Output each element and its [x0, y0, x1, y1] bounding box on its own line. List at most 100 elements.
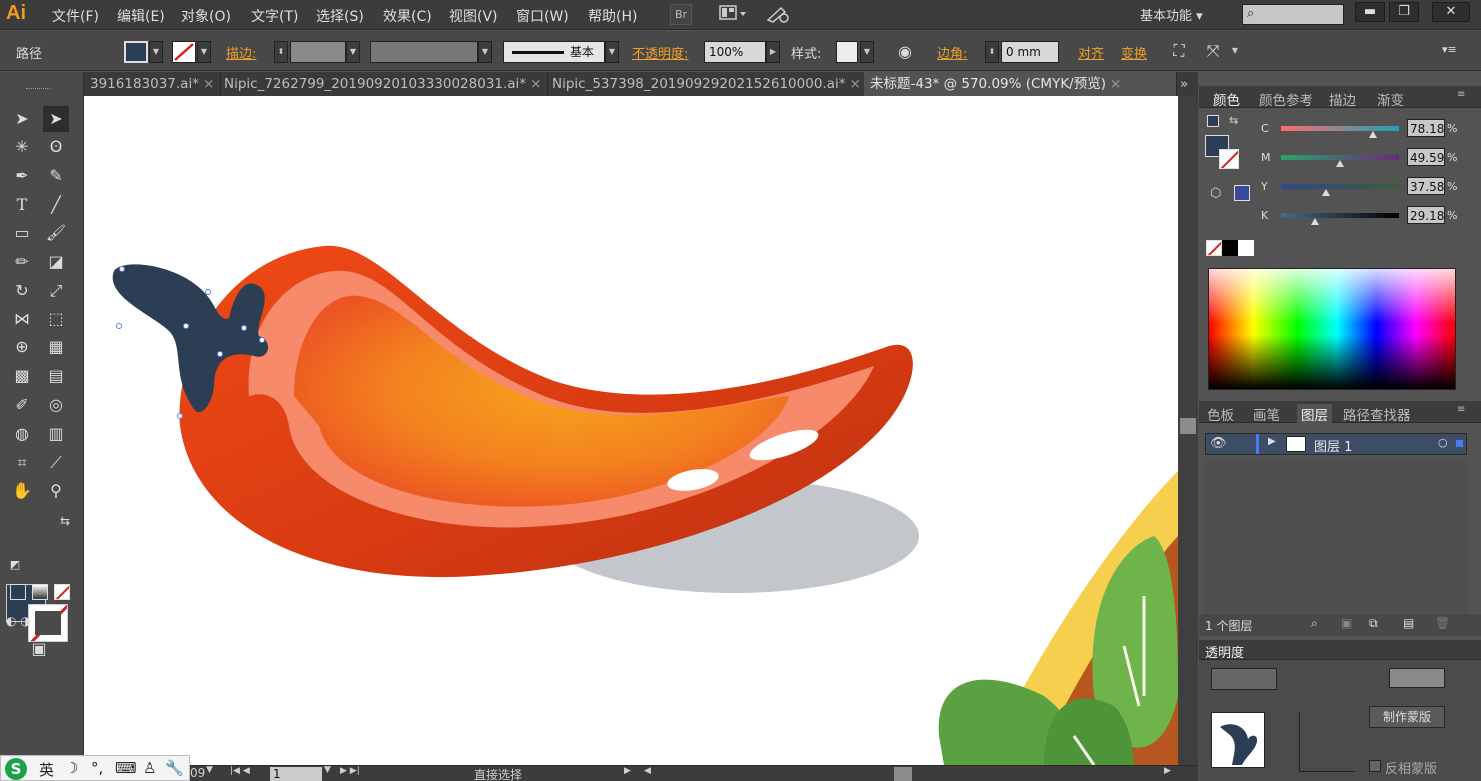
default-fill-stroke-icon[interactable]	[1207, 115, 1219, 127]
shaper-tool-icon[interactable]: ✏	[9, 249, 35, 275]
clipping-mask-icon[interactable]: ▣	[1341, 616, 1352, 630]
recolor-artwork-icon[interactable]: ◉	[892, 39, 918, 65]
opacity-dropdown[interactable]: ▶	[766, 41, 780, 63]
tab-document-1[interactable]: 3916183037.ai* ×	[84, 72, 222, 96]
stroke-weight-stepper[interactable]: ⬍	[274, 41, 288, 63]
mask-thumbnail[interactable]	[1299, 712, 1355, 772]
opacity-panel-link[interactable]: 不透明度:	[632, 43, 688, 62]
stroke-dropdown[interactable]: ▼	[197, 41, 211, 63]
tab-color-guide[interactable]: 颜色参考	[1259, 89, 1313, 109]
control-overflow-dropdown[interactable]: ▼	[1228, 41, 1242, 63]
moon-icon[interactable]: ☽	[65, 759, 78, 777]
scroll-right-icon[interactable]: ▶	[1164, 766, 1171, 776]
menu-effect[interactable]: 效果(C)	[383, 6, 432, 26]
restore-button[interactable]: ❐	[1389, 2, 1419, 22]
color-panel-stroke-box[interactable]	[1219, 149, 1239, 169]
menu-edit[interactable]: 编辑(E)	[117, 6, 165, 26]
new-sublayer-icon[interactable]: ⧉	[1369, 616, 1378, 631]
slider-thumb-m[interactable]	[1336, 160, 1344, 167]
default-colors-icon[interactable]: ◩	[2, 552, 28, 578]
isolate-object-icon[interactable]: ⛶	[1166, 38, 1192, 64]
brush-definition-field[interactable]: 基本	[503, 41, 605, 63]
layer-row[interactable]: 👁 ▶ 图层 1 ○	[1205, 433, 1467, 455]
menu-help[interactable]: 帮助(H)	[588, 6, 637, 26]
tab-overflow-icon[interactable]: »	[1174, 72, 1194, 96]
status-menu-icon[interactable]: ▶	[624, 766, 631, 776]
tab-document-2[interactable]: Nipic_7262799_20190920103330028031.ai* ×	[218, 72, 549, 96]
zoom-dropdown[interactable]: ▼	[206, 765, 213, 775]
close-icon[interactable]: ×	[203, 76, 214, 92]
color-spectrum[interactable]	[1208, 268, 1456, 390]
arrange-documents-button[interactable]	[716, 4, 750, 25]
menu-window[interactable]: 窗口(W)	[516, 6, 569, 26]
vertical-scrollbar[interactable]	[1178, 96, 1198, 765]
tab-swatches[interactable]: 色板	[1207, 404, 1234, 424]
gamut-swatch[interactable]	[1234, 185, 1250, 201]
tab-layers[interactable]: 图层	[1297, 404, 1332, 424]
menu-type[interactable]: 文字(T)	[251, 6, 298, 26]
invert-mask-checkbox[interactable]	[1369, 760, 1381, 772]
close-icon[interactable]: ×	[849, 76, 860, 92]
eyedropper-tool-icon[interactable]: ✐	[9, 392, 35, 418]
menu-select[interactable]: 选择(S)	[316, 6, 364, 26]
last-artboard-icon[interactable]: ▶ ▶|	[340, 766, 360, 776]
isolate-group-icon[interactable]: ⤧	[1200, 38, 1226, 64]
minimize-button[interactable]: ▬	[1355, 2, 1385, 22]
corner-panel-link[interactable]: 边角:	[937, 43, 967, 62]
menu-file[interactable]: 文件(F)	[52, 6, 99, 26]
slider-thumb-k[interactable]	[1311, 218, 1319, 225]
rotate-tool-icon[interactable]: ↻	[9, 278, 35, 304]
expand-layer-icon[interactable]: ▶	[1268, 436, 1276, 447]
sogou-logo-icon[interactable]: S	[5, 758, 27, 780]
close-icon[interactable]: ×	[1110, 76, 1121, 92]
tab-document-active[interactable]: 未标题-43* @ 570.09% (CMYK/预览) ×	[864, 72, 1177, 96]
make-mask-button[interactable]: 制作蒙版	[1369, 706, 1445, 728]
slider-value-y[interactable]: 37.58	[1407, 177, 1445, 195]
swap-colors-icon[interactable]: ⇆	[52, 508, 78, 534]
width-tool-icon[interactable]: ⋈	[9, 306, 35, 332]
stroke-swatch[interactable]	[172, 41, 196, 63]
direct-selection-tool-icon[interactable]: ➤	[43, 106, 69, 132]
artboard-dropdown[interactable]: ▼	[324, 765, 331, 775]
slider-track-k[interactable]	[1281, 213, 1399, 218]
transform-panel-link[interactable]: 变换	[1121, 43, 1147, 62]
slider-value-m[interactable]: 49.59	[1407, 148, 1445, 166]
opacity-field[interactable]: 100%	[704, 41, 766, 63]
out-of-gamut-icon[interactable]: ⬡	[1210, 186, 1221, 201]
slider-value-k[interactable]: 29.18	[1407, 206, 1445, 224]
slider-track-c[interactable]	[1281, 126, 1399, 131]
panel-menu-icon[interactable]: ≡	[1457, 404, 1465, 415]
shape-builder-tool-icon[interactable]: ⊕	[9, 334, 35, 360]
variable-width-dropdown[interactable]: ▼	[478, 41, 492, 63]
zoom-field[interactable]: 09	[190, 766, 205, 780]
eye-icon[interactable]: 👁	[1210, 436, 1227, 451]
workspace-switcher[interactable]: 基本功能 ▾	[1140, 5, 1203, 24]
black-swatch[interactable]	[1222, 240, 1238, 256]
none-mode-button[interactable]	[54, 584, 70, 600]
slider-thumb-c[interactable]	[1369, 131, 1377, 138]
blend-tool-icon[interactable]: ◎	[43, 392, 69, 418]
stroke-weight-dropdown[interactable]: ▼	[346, 41, 360, 63]
trash-icon[interactable]: 🗑	[1435, 616, 1450, 630]
menu-object[interactable]: 对象(O)	[181, 6, 231, 26]
line-tool-icon[interactable]: ╱	[43, 192, 69, 218]
fill-swatch[interactable]	[124, 41, 148, 63]
tab-transparency[interactable]: 透明度	[1205, 642, 1244, 661]
help-search-input[interactable]: ⌕	[1242, 4, 1344, 25]
panel-menu-icon[interactable]: ▾≡	[1442, 43, 1457, 56]
tab-pathfinder[interactable]: 路径查找器	[1343, 404, 1411, 424]
panel-grip[interactable]	[26, 88, 50, 91]
curvature-tool-icon[interactable]: ✎	[43, 163, 69, 189]
rectangle-tool-icon[interactable]: ▭	[9, 220, 35, 246]
user-icon[interactable]: ♙	[143, 759, 156, 777]
scale-tool-icon[interactable]: ⤢	[43, 278, 69, 304]
swap-fill-stroke-icon[interactable]: ⇆	[1229, 114, 1238, 127]
scroll-left-icon[interactable]: ◀	[644, 766, 651, 776]
zoom-tool-icon[interactable]: ⚲	[43, 478, 69, 504]
slider-value-c[interactable]: 78.18	[1407, 119, 1445, 137]
transparency-opacity-field[interactable]	[1389, 668, 1445, 688]
gradient-mode-button[interactable]	[32, 584, 48, 600]
selection-tool-icon[interactable]: ➤	[9, 106, 35, 132]
tab-document-3[interactable]: Nipic_537398_20190929202152610000.ai* ×	[546, 72, 868, 96]
keyboard-icon[interactable]: ⌨	[115, 759, 137, 777]
